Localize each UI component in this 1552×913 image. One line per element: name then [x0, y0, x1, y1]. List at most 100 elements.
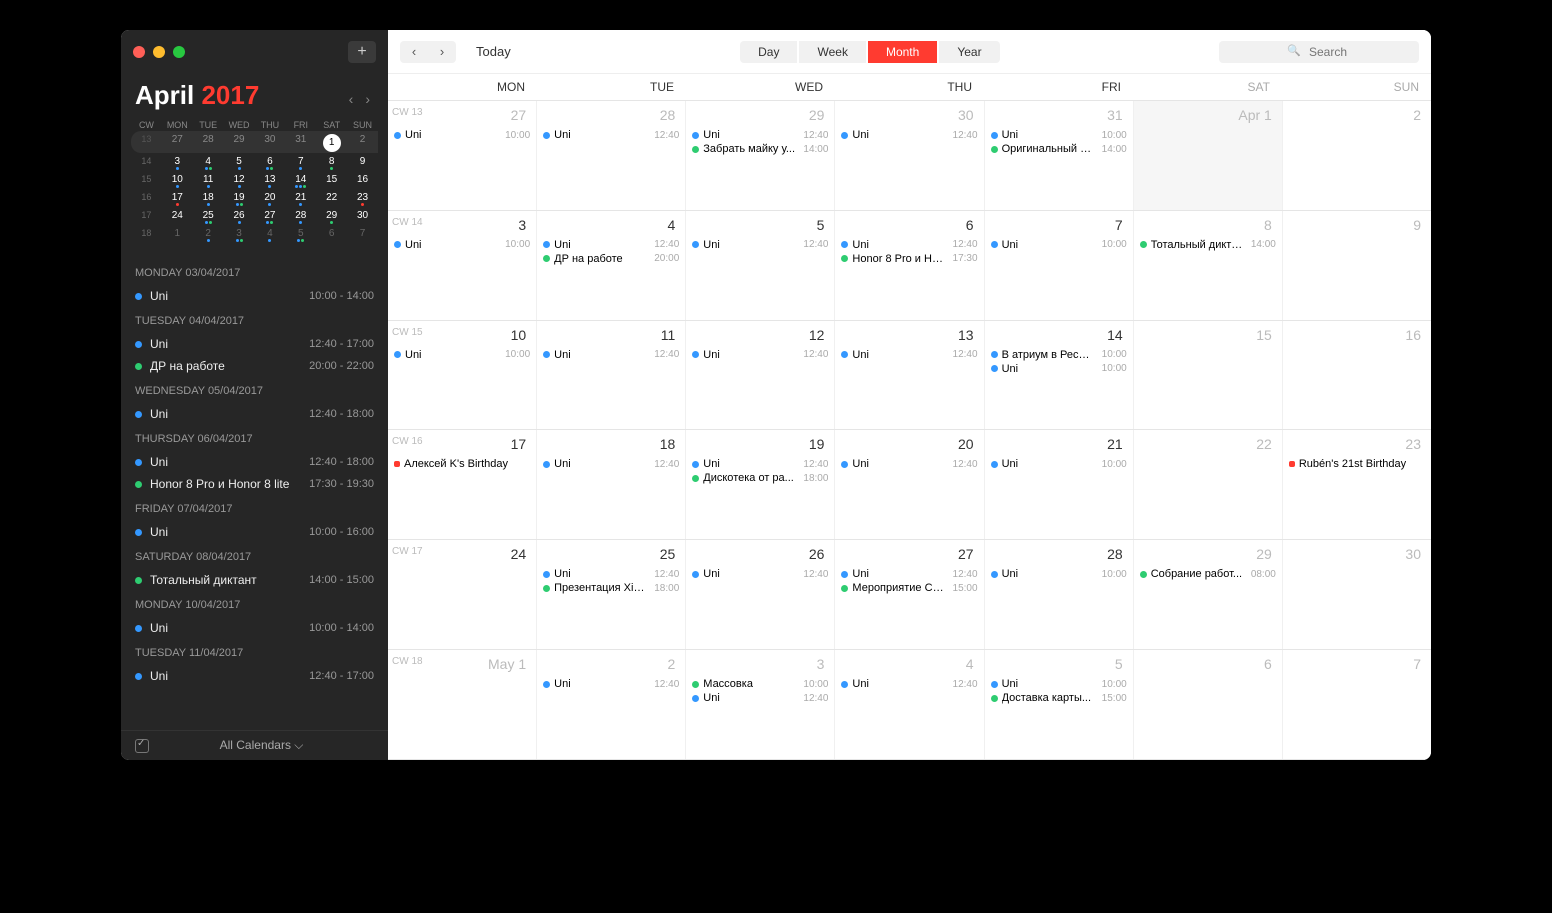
day-cell[interactable]: 22 [1134, 430, 1283, 539]
day-cell[interactable]: 18Uni12:40 [537, 430, 686, 539]
agenda-event[interactable]: Honor 8 Pro и Honor 8 lite17:30 - 19:30 [135, 473, 374, 495]
agenda-event[interactable]: Uni12:40 - 18:00 [135, 451, 374, 473]
grid-event[interactable]: Тотальный дикта...14:00 [1140, 239, 1276, 251]
mini-day[interactable]: 17 [162, 189, 193, 207]
mini-day[interactable]: 8 [316, 153, 347, 171]
mini-day[interactable]: 12 [224, 171, 255, 189]
grid-event[interactable]: Rubén's 21st Birthday [1289, 458, 1425, 470]
day-cell[interactable]: 31Uni10:00Оригинальный ч...14:00 [985, 101, 1134, 210]
day-cell[interactable]: 30 [1283, 540, 1431, 649]
mini-day[interactable]: 24 [162, 207, 193, 225]
day-cell[interactable]: 7Uni10:00 [985, 211, 1134, 320]
day-cell[interactable]: 3Массовка10:00Uni12:40 [686, 650, 835, 759]
grid-event[interactable]: Uni12:40 [543, 129, 679, 141]
mini-day[interactable]: 7 [285, 153, 316, 171]
mini-day[interactable]: 31 [285, 131, 316, 153]
minimize-icon[interactable] [153, 46, 165, 58]
grid-event[interactable]: Uni10:00 [991, 678, 1127, 690]
close-icon[interactable] [133, 46, 145, 58]
mini-day[interactable]: 22 [316, 189, 347, 207]
mini-day[interactable]: 14 [285, 171, 316, 189]
grid-event[interactable]: Презентация Xia...18:00 [543, 582, 679, 594]
mini-day[interactable]: 4 [255, 225, 286, 243]
day-cell[interactable]: 5Uni10:00Доставка карты...15:00 [985, 650, 1134, 759]
day-cell[interactable]: 6 [1134, 650, 1283, 759]
mini-day[interactable]: 6 [255, 153, 286, 171]
day-cell[interactable]: 8Тотальный дикта...14:00 [1134, 211, 1283, 320]
mini-day[interactable]: 18 [193, 189, 224, 207]
grid-event[interactable]: Uni12:40 [841, 349, 977, 361]
grid-event[interactable]: Дискотека от ра...18:00 [692, 472, 828, 484]
grid-event[interactable]: Uni10:00 [394, 129, 530, 141]
agenda-event[interactable]: Uni12:40 - 17:00 [135, 333, 374, 355]
mini-prev-icon[interactable]: ‹ [345, 91, 358, 107]
grid-event[interactable]: Uni12:40 [692, 692, 828, 704]
day-cell[interactable]: 25Uni12:40Презентация Xia...18:00 [537, 540, 686, 649]
mini-day[interactable]: 30 [255, 131, 286, 153]
mini-day[interactable]: 9 [347, 153, 378, 171]
view-week[interactable]: Week [799, 41, 865, 63]
day-cell[interactable]: Apr 1 [1134, 101, 1283, 210]
mini-day[interactable]: 2 [347, 131, 378, 153]
grid-event[interactable]: Оригинальный ч...14:00 [991, 143, 1127, 155]
grid-event[interactable]: Uni12:40 [841, 568, 977, 580]
mini-next-icon[interactable]: › [361, 91, 374, 107]
day-cell[interactable]: 29Собрание работ...08:00 [1134, 540, 1283, 649]
day-cell[interactable]: 28Uni12:40 [537, 101, 686, 210]
view-year[interactable]: Year [939, 41, 999, 63]
mini-day[interactable]: 6 [316, 225, 347, 243]
grid-event[interactable]: Алексей K's Birthday [394, 458, 530, 470]
checkbox-icon[interactable] [135, 739, 149, 753]
grid-event[interactable]: Uni12:40 [692, 458, 828, 470]
mini-day[interactable]: 1 [162, 225, 193, 243]
day-cell[interactable]: 30Uni12:40 [835, 101, 984, 210]
day-cell[interactable]: 14В атриум в Рестор10:00Uni10:00 [985, 321, 1134, 430]
grid-event[interactable]: Uni10:00 [991, 458, 1127, 470]
grid-event[interactable]: Забрать майку у...14:00 [692, 143, 828, 155]
view-month[interactable]: Month [868, 41, 937, 63]
day-cell[interactable]: 28Uni10:00 [985, 540, 1134, 649]
mini-day[interactable]: 4 [193, 153, 224, 171]
day-cell[interactable]: 12Uni12:40 [686, 321, 835, 430]
day-cell[interactable]: 19Uni12:40Дискотека от ра...18:00 [686, 430, 835, 539]
day-cell[interactable]: 9 [1283, 211, 1431, 320]
today-button[interactable]: Today [466, 44, 521, 59]
grid-event[interactable]: Uni12:40 [692, 239, 828, 251]
day-cell[interactable]: 16 [1283, 321, 1431, 430]
agenda-event[interactable]: Uni10:00 - 14:00 [135, 617, 374, 639]
view-day[interactable]: Day [740, 41, 797, 63]
mini-day[interactable]: 27 [162, 131, 193, 153]
day-cell[interactable]: 21Uni10:00 [985, 430, 1134, 539]
grid-event[interactable]: Uni10:00 [394, 349, 530, 361]
grid-event[interactable]: Uni10:00 [394, 239, 530, 251]
search-input[interactable] [1219, 41, 1419, 63]
day-cell[interactable]: 2Uni12:40 [537, 650, 686, 759]
day-cell[interactable]: 15 [1134, 321, 1283, 430]
agenda-event[interactable]: ДР на работе20:00 - 22:00 [135, 355, 374, 377]
grid-event[interactable]: Uni10:00 [991, 568, 1127, 580]
grid-event[interactable]: Uni12:40 [692, 129, 828, 141]
grid-event[interactable]: Доставка карты...15:00 [991, 692, 1127, 704]
mini-day[interactable]: 28 [193, 131, 224, 153]
month-grid[interactable]: CW 1327Uni10:0028Uni12:4029Uni12:40Забра… [388, 101, 1431, 760]
mini-day[interactable]: 25 [193, 207, 224, 225]
day-cell[interactable]: 4Uni12:40ДР на работе20:00 [537, 211, 686, 320]
agenda-event[interactable]: Uni12:40 - 17:00 [135, 665, 374, 687]
grid-event[interactable]: Uni12:40 [543, 458, 679, 470]
mini-day[interactable]: 10 [162, 171, 193, 189]
agenda-event[interactable]: Uni12:40 - 18:00 [135, 403, 374, 425]
mini-day[interactable]: 19 [224, 189, 255, 207]
mini-day[interactable]: 21 [285, 189, 316, 207]
day-cell[interactable]: 4Uni12:40 [835, 650, 984, 759]
prev-button[interactable]: ‹ [400, 41, 428, 63]
grid-event[interactable]: ДР на работе20:00 [543, 253, 679, 265]
mini-day[interactable]: 5 [285, 225, 316, 243]
grid-event[interactable]: Honor 8 Pro и Ho...17:30 [841, 253, 977, 265]
mini-day[interactable]: 26 [224, 207, 255, 225]
next-button[interactable]: › [428, 41, 456, 63]
grid-event[interactable]: Uni10:00 [991, 239, 1127, 251]
add-event-button[interactable]: + [348, 41, 376, 63]
grid-event[interactable]: Uni12:40 [841, 129, 977, 141]
agenda-list[interactable]: MONDAY 03/04/2017Uni10:00 - 14:00TUESDAY… [121, 253, 388, 730]
grid-event[interactable]: Uni12:40 [692, 349, 828, 361]
